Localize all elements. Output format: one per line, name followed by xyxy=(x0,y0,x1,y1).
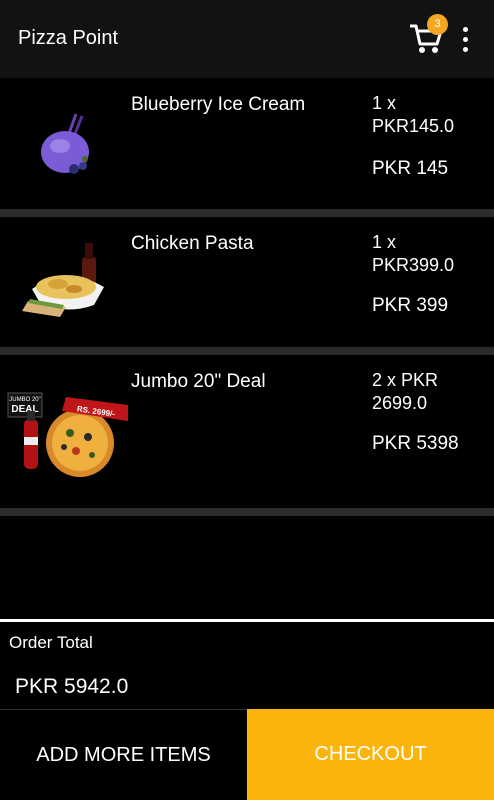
item-qty-price: 1 x PKR399.0 xyxy=(372,231,487,277)
cart-button[interactable]: 3 xyxy=(406,14,448,58)
add-more-items-button[interactable]: ADD MORE ITEMS xyxy=(0,709,247,800)
qty-line-2: PKR399.0 xyxy=(372,255,455,275)
svg-text:JUMBO 20": JUMBO 20" xyxy=(9,397,40,403)
app-toolbar: Pizza Point 3 xyxy=(0,0,494,78)
divider xyxy=(0,347,494,355)
divider xyxy=(0,508,494,516)
item-total: PKR 5398 xyxy=(372,433,459,454)
item-qty-price: 1 x PKR145.0 xyxy=(372,92,487,138)
item-name: Jumbo 20" Deal xyxy=(131,371,266,392)
bottom-action-bar: ADD MORE ITEMS CHECKOUT xyxy=(0,709,494,800)
more-options-button[interactable] xyxy=(456,24,476,54)
qty-line-2: PKR145.0 xyxy=(372,116,455,136)
cart-count-badge: 3 xyxy=(427,14,448,35)
cart-item[interactable]: Chicken Pasta 1 x PKR399.0 PKR 399 xyxy=(0,217,494,347)
more-vert-icon xyxy=(463,27,468,32)
divider xyxy=(0,209,494,217)
cart-item[interactable]: Blueberry Ice Cream 1 x PKR145.0 PKR 145 xyxy=(0,78,494,209)
blueberry-ice-cream-image xyxy=(8,100,126,200)
qty-line-1: 1 x xyxy=(372,93,397,113)
item-total: PKR 399 xyxy=(372,295,449,316)
item-name: Blueberry Ice Cream xyxy=(131,94,306,115)
chicken-pasta-image xyxy=(8,235,126,335)
cart-item[interactable]: JUMBO 20" DEAL RS. 2699/- Jumbo 20" Deal… xyxy=(0,355,494,508)
qty-line-1: 2 x PKR xyxy=(372,370,439,390)
footer-divider xyxy=(0,619,494,622)
qty-line-1: 1 x xyxy=(372,232,397,252)
item-total: PKR 145 xyxy=(372,158,449,179)
checkout-button[interactable]: CHECKOUT xyxy=(247,709,494,800)
jumbo-deal-image: JUMBO 20" DEAL RS. 2699/- xyxy=(6,387,128,487)
app-title: Pizza Point xyxy=(18,27,119,49)
qty-line-2: 2699.0 xyxy=(372,393,428,413)
item-qty-price: 2 x PKR 2699.0 xyxy=(372,369,487,415)
order-total-label: Order Total xyxy=(9,633,93,652)
cart-screen: Pizza Point 3 Blueberry Ice Cream 1 x PK… xyxy=(0,0,494,800)
order-total-value: PKR 5942.0 xyxy=(15,675,129,698)
item-name: Chicken Pasta xyxy=(131,233,254,254)
